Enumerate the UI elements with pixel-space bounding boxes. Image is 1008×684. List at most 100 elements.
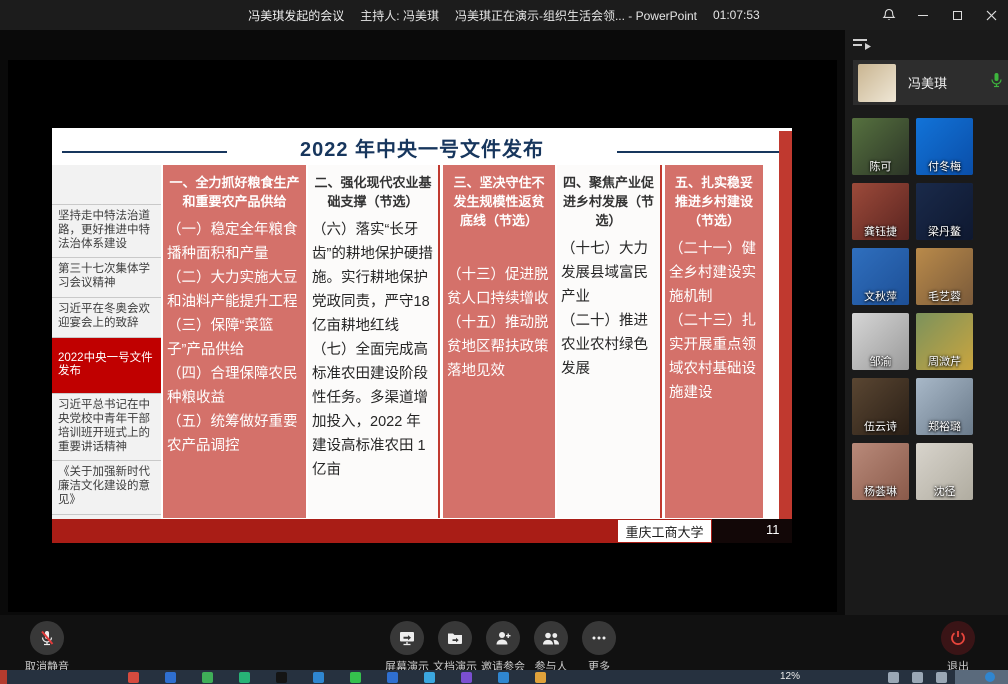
- host-label: 主持人: 冯美琪: [360, 7, 439, 24]
- taskbar-app-icon[interactable]: [313, 672, 324, 683]
- window-controls: [872, 0, 1008, 30]
- unmute-button[interactable]: 取消静音: [12, 621, 82, 674]
- participant-tile[interactable]: 邹渝: [852, 313, 909, 370]
- slide-nav-spacer: [52, 165, 161, 205]
- active-speaker-row[interactable]: 冯美琪: [853, 60, 1008, 105]
- meeting-controls-bar: 取消静音 屏幕演示 文档演示: [0, 615, 1008, 670]
- column-heading: 二、强化现代农业基础支撑（节选）: [308, 165, 438, 215]
- slide-page-number: 11: [766, 522, 780, 537]
- ellipsis-icon: [582, 621, 616, 655]
- participant-name: 伍云诗: [852, 418, 909, 434]
- participant-name: 冯美琪: [908, 73, 990, 92]
- notification-bell-icon[interactable]: [872, 0, 906, 30]
- collapse-panel-icon: [851, 36, 875, 52]
- taskbar-app-icon[interactable]: [239, 672, 250, 683]
- participant-tile[interactable]: 郑裕璐: [916, 378, 973, 435]
- minimize-icon: [918, 15, 928, 16]
- powerpoint-slide: 2022 年中央一号文件发布 坚持走中特法治道路，更好推进中特法治体系建设 第三…: [52, 128, 792, 543]
- presenting-label: 冯美琪正在演示-组织生活会领... - PowerPoint: [455, 7, 697, 24]
- slide-column-2: 二、强化现代农业基础支撑（节选） （六）落实“长牙齿”的耕地保护硬措施。实行耕地…: [308, 165, 440, 518]
- participant-name: 周溦芹: [916, 353, 973, 369]
- slide-column-3: 三、坚决守住不发生规模性返贫底线（节选） （十三）促进脱贫人口持续增收 （十五）…: [443, 165, 555, 518]
- participant-name: 文秋萍: [852, 288, 909, 304]
- slide-nav-item: 习近平在冬奥会欢迎宴会上的致辞: [52, 298, 161, 338]
- participant-name: 杨荟琳: [852, 483, 909, 499]
- maximize-icon: [953, 11, 962, 20]
- participant-name: 毛艺蓉: [916, 288, 973, 304]
- mic-active-icon: [990, 72, 1003, 93]
- avatar: [858, 64, 896, 102]
- column-heading: 三、坚决守住不发生规模性返贫底线（节选）: [443, 165, 555, 234]
- taskbar-app-icon[interactable]: [128, 672, 139, 683]
- taskbar-app-icon[interactable]: [424, 672, 435, 683]
- exit-meeting-button[interactable]: 退出: [923, 621, 993, 674]
- taskbar-app-icon[interactable]: [165, 672, 176, 683]
- slide-column-1: 一、全力抓好粮食生产和重要农产品供给 （一）稳定全年粮食播种面积和产量 （二）大…: [163, 165, 306, 518]
- participant-tile[interactable]: 沈径: [916, 443, 973, 500]
- slide-right-stripe: [779, 131, 792, 519]
- column-heading: 四、聚焦产业促进乡村发展（节选）: [557, 165, 660, 234]
- titlebar: 冯美琪发起的会议 主持人: 冯美琪 冯美琪正在演示-组织生活会领... - Po…: [0, 0, 1008, 30]
- maximize-button[interactable]: [940, 0, 974, 30]
- taskbar-tray-panel[interactable]: [955, 670, 1008, 684]
- column-body: （六）落实“长牙齿”的耕地保护硬措施。实行耕地保护党政同责，严守18 亿亩耕地红…: [308, 215, 438, 486]
- participants-sidebar: 冯美琪 陈可 付冬梅 龚钰捷: [845, 30, 1008, 615]
- taskbar-app-icon[interactable]: [350, 672, 361, 683]
- screen-share-icon: [390, 621, 424, 655]
- participant-name: 梁丹鳌: [916, 223, 973, 239]
- participant-tile[interactable]: 文秋萍: [852, 248, 909, 305]
- slide-nav-item-active: 2022中央一号文件发布: [52, 338, 161, 395]
- participant-tile[interactable]: 陈可: [852, 118, 909, 175]
- taskbar-app-icon[interactable]: [461, 672, 472, 683]
- participant-tile[interactable]: 周溦芹: [916, 313, 973, 370]
- collapse-panel-button[interactable]: [851, 36, 877, 54]
- slide-nav-item: 《关于加强新时代廉洁文化建设的意见》: [52, 461, 161, 514]
- more-button[interactable]: 更多: [564, 621, 634, 674]
- participant-tile[interactable]: 付冬梅: [916, 118, 973, 175]
- power-icon: [941, 621, 975, 655]
- participant-name: 沈径: [916, 483, 973, 499]
- column-body: （十七）大力发展县域富民产业 （二十）推进农业农村绿色发展: [557, 234, 660, 384]
- presentation-stage: 2022 年中央一号文件发布 坚持走中特法治道路，更好推进中特法治体系建设 第三…: [0, 30, 845, 615]
- taskbar-tray-icon[interactable]: [912, 672, 923, 683]
- mic-muted-icon: [30, 621, 64, 655]
- participant-name: 陈可: [852, 158, 909, 174]
- title-divider-left: [62, 151, 227, 153]
- participants-grid: 陈可 付冬梅 龚钰捷 梁丹鳌 文秋萍 毛艺蓉: [852, 118, 973, 500]
- column-heading: 五、扎实稳妥推进乡村建设（节选）: [665, 165, 763, 234]
- taskbar-tray-icon[interactable]: [888, 672, 899, 683]
- slide-footer-dark-segment: [712, 519, 792, 543]
- column-body: （一）稳定全年粮食播种面积和产量 （二）大力实施大豆和油料产能提升工程 （三）保…: [163, 215, 306, 462]
- participant-name: 龚钰捷: [852, 223, 909, 239]
- bell-icon: [882, 8, 896, 22]
- column-body: （二十一）健全乡村建设实施机制 （二十三）扎实开展重点领域农村基础设施建设: [665, 234, 763, 408]
- meeting-title: 冯美琪发起的会议: [248, 7, 344, 24]
- meeting-clock: 01:07:53: [713, 8, 760, 22]
- battery-indicator: 12%: [780, 671, 800, 682]
- participant-tile[interactable]: 伍云诗: [852, 378, 909, 435]
- taskbar-app-icon[interactable]: [387, 672, 398, 683]
- slide-column-4: 四、聚焦产业促进乡村发展（节选） （十七）大力发展县域富民产业 （二十）推进农业…: [557, 165, 662, 518]
- taskbar-app-icon[interactable]: [202, 672, 213, 683]
- participant-tile[interactable]: 毛艺蓉: [916, 248, 973, 305]
- participant-tile[interactable]: 杨荟琳: [852, 443, 909, 500]
- participant-tile[interactable]: 梁丹鳌: [916, 183, 973, 240]
- taskbar-tray-app-icon[interactable]: [985, 672, 995, 682]
- close-button[interactable]: [974, 0, 1008, 30]
- slide-column-5: 五、扎实稳妥推进乡村建设（节选） （二十一）健全乡村建设实施机制 （二十三）扎实…: [665, 165, 763, 518]
- shared-screen: 2022 年中央一号文件发布 坚持走中特法治道路，更好推进中特法治体系建设 第三…: [8, 60, 837, 612]
- slide-footer-band: 重庆工商大学 11: [52, 519, 792, 543]
- taskbar-app-icon[interactable]: [276, 672, 287, 683]
- taskbar-app-icon[interactable]: [535, 672, 546, 683]
- taskbar-tray-icon[interactable]: [936, 672, 947, 683]
- organization-label: 重庆工商大学: [618, 520, 711, 542]
- slide-title: 2022 年中央一号文件发布: [52, 133, 792, 162]
- participant-name: 郑裕璐: [916, 418, 973, 434]
- participant-name: 邹渝: [852, 353, 909, 369]
- taskbar-app-icon[interactable]: [498, 672, 509, 683]
- participant-name: 付冬梅: [916, 158, 973, 174]
- minimize-button[interactable]: [906, 0, 940, 30]
- participants-icon: [534, 621, 568, 655]
- participant-tile[interactable]: 龚钰捷: [852, 183, 909, 240]
- slide-nav-item: 第三十七次集体学习会议精神: [52, 258, 161, 298]
